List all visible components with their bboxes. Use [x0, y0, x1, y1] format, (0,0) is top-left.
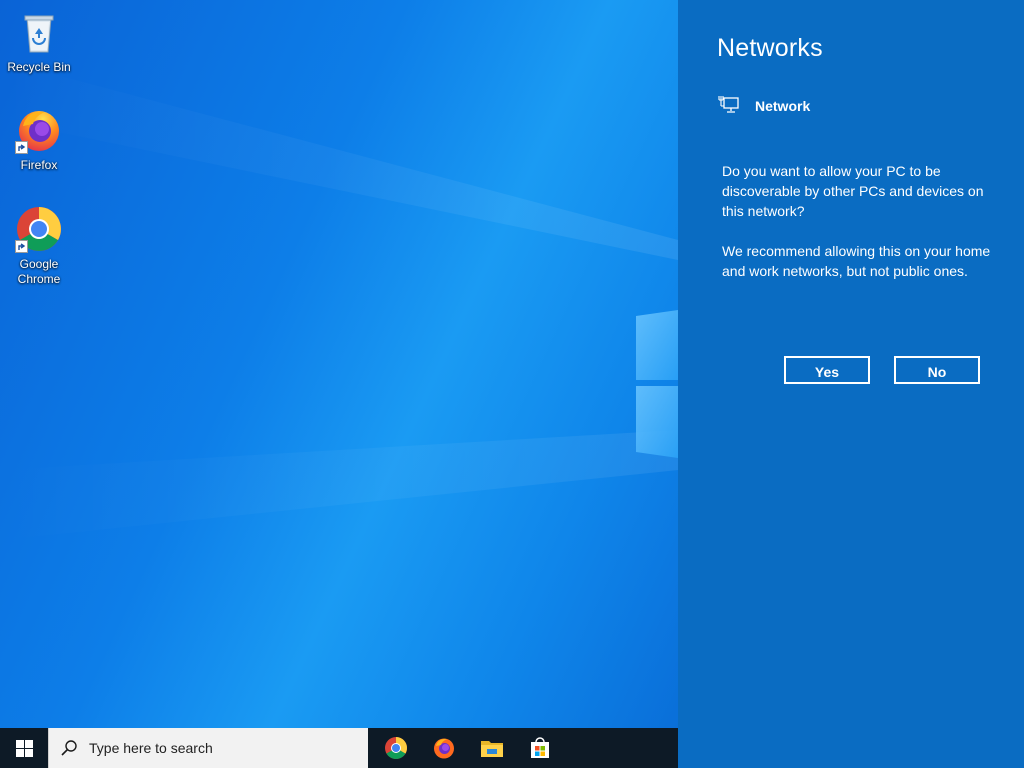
desktop-icon-label: Firefox: [20, 158, 58, 172]
search-icon: [61, 740, 77, 756]
desktop-icon-firefox[interactable]: Firefox: [1, 106, 77, 173]
firefox-icon: [434, 738, 454, 759]
store-bag-icon: [531, 737, 549, 758]
desktop-icon-recycle-bin[interactable]: Recycle Bin: [1, 8, 77, 75]
recommendation-text: We recommend allowing this on your home …: [722, 243, 991, 279]
windows-wallpaper: [0, 60, 678, 540]
desktop-icon-label: Recycle Bin: [7, 60, 71, 74]
taskbar: Type here to search: [0, 728, 678, 768]
chrome-icon: [385, 737, 407, 759]
networks-panel: Networks Network Do you want to allow yo…: [678, 0, 1024, 768]
recycle-bin-icon: [15, 8, 63, 56]
desktop-icon-google-chrome[interactable]: Google Chrome: [1, 205, 77, 287]
taskbar-app-firefox[interactable]: [420, 728, 468, 768]
search-placeholder: Type here to search: [89, 740, 213, 756]
chrome-icon: [15, 205, 63, 253]
desktop[interactable]: Recycle Bin Firefox Google Chrome: [0, 0, 678, 728]
discoverable-prompt: Do you want to allow your PC to be disco…: [722, 163, 984, 219]
no-button[interactable]: No: [894, 356, 980, 384]
taskbar-app-file-explorer[interactable]: [468, 728, 516, 768]
desktop-icon-label: Google Chrome: [17, 257, 61, 286]
network-entry: Network: [718, 94, 810, 118]
screen: Recycle Bin Firefox Google Chrome Networ…: [0, 0, 1024, 768]
taskbar-app-microsoft-store[interactable]: [516, 728, 564, 768]
taskbar-search-box[interactable]: Type here to search: [48, 728, 368, 768]
shortcut-arrow-icon: [15, 240, 28, 253]
windows-logo-icon: [16, 740, 33, 757]
start-button[interactable]: [0, 728, 48, 768]
network-name: Network: [755, 98, 811, 114]
taskbar-app-chrome[interactable]: [372, 728, 420, 768]
panel-title: Networks: [717, 34, 823, 62]
folder-icon: [481, 741, 503, 757]
yes-button[interactable]: Yes: [784, 356, 870, 384]
ethernet-monitor-icon: [718, 94, 740, 119]
firefox-icon: [15, 106, 63, 154]
shortcut-arrow-icon: [15, 141, 28, 154]
